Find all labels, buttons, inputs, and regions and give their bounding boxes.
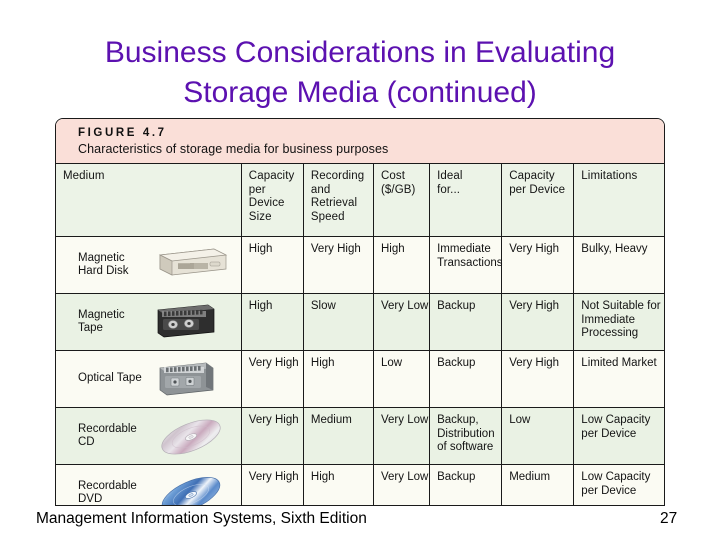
medium-label: Recordable CD [78,422,137,449]
figure-caption: Characteristics of storage media for bus… [78,142,389,156]
table-row: Recordable CD Very High Medium Very Low … [56,407,664,465]
header-line: Cost [381,170,406,182]
cell-cost-per-gb: Very Low [373,407,431,465]
cell-cost-per-gb: Very Low [373,293,431,351]
table-header-row: Medium Capacity per Device Size Recordin… [56,164,664,237]
page-title-line-1: Business Considerations in Evaluating [104,36,616,69]
header-line: for... [437,183,461,196]
cell-limitations: Bulky, Heavy [573,236,664,294]
medium-label: Optical Tape [78,372,142,385]
medium-label: Magnetic Hard Disk [78,251,129,278]
optical-tape-icon [152,359,230,399]
column-header-medium: Medium [56,164,242,237]
cell-medium: Magnetic Hard Disk [56,236,242,294]
column-header-cost-per-gb: Cost ($/GB) [373,164,431,237]
cell-capacity-per-device-size: Very High [241,407,304,465]
header-line: per Device [509,183,566,196]
cell-capacity-per-device-size: Very High [241,350,304,408]
cell-cost-per-gb: Very Low [373,464,431,505]
cell-recording-retrieval-speed: Slow [303,293,375,351]
page-title: Business Considerations in Evaluating St… [0,33,720,113]
cell-recording-retrieval-speed: High [303,350,375,408]
cell-limitations: Low Capacity per Device [573,407,664,465]
cell-medium: Recordable CD [56,407,242,465]
figure-caption-band: FIGURE 4.7 Characteristics of storage me… [56,119,664,164]
cell-capacity-per-device-size: High [241,293,304,351]
cell-capacity-per-device: Very High [501,236,575,294]
header-line: per [248,183,266,196]
cell-capacity-per-device: Very High [501,350,575,408]
header-line: Retrieval [310,197,358,209]
cell-recording-retrieval-speed: Very High [303,236,375,294]
header-line: Limitations [581,170,638,182]
dvd-disc-icon [152,473,230,505]
column-header-capacity-per-device-size: Capacity per Device Size [241,164,304,237]
table-body: Magnetic Hard Disk High Very High High Immed… [56,236,664,506]
table-header: Medium Capacity per Device Size Recordin… [56,164,664,237]
cell-capacity-per-device-size: High [241,236,304,294]
footer-page-number: 27 [660,510,678,527]
cell-capacity-per-device: Medium [501,464,575,505]
column-header-capacity-per-device: Capacity per Device [501,164,575,237]
medium-label: Magnetic Tape [78,308,125,335]
header-line: Device [248,197,285,209]
cell-limitations: Not Suitable for Immediate Processing [573,293,664,351]
footer-title: Management Information Systems, Sixth Ed… [36,510,367,527]
cell-limitations: Low Capacity per Device [573,464,664,505]
page-title-line-2: Storage Media (continued) [183,76,537,109]
cell-medium: Recordable DVD [56,464,242,506]
storage-media-table: Medium Capacity per Device Size Recordin… [56,164,664,506]
cell-ideal-for: Backup [429,350,503,408]
table-row: Magnetic Hard Disk High Very High High Immed… [56,236,664,294]
medium-label: Recordable DVD [78,479,137,506]
cell-cost-per-gb: Low [373,350,431,408]
table-row: Optical Tape Very High High Low Backup Very [56,350,664,408]
cell-capacity-per-device: Very High [501,293,575,351]
figure-number: FIGURE 4.7 [78,127,167,139]
table-row: Recordable DVD Very High High Very Low B… [56,464,664,506]
header-line: Capacity [248,170,295,182]
cell-capacity-per-device-size: Very High [241,464,304,505]
cell-capacity-per-device: Low [501,407,575,465]
table-row: Magnetic Tape High Slow Very Low Backup Very … [56,293,664,351]
cell-recording-retrieval-speed: High [303,464,375,505]
magnetic-tape-icon [152,302,230,342]
cell-recording-retrieval-speed: Medium [303,407,375,465]
column-header-limitations: Limitations [573,164,664,237]
cell-cost-per-gb: High [373,236,431,294]
cell-medium: Magnetic Tape [56,293,242,351]
compact-disc-icon [152,416,230,456]
cell-ideal-for: Immediate Transactions [429,236,502,294]
cell-ideal-for: Backup [429,464,503,505]
cell-ideal-for: Backup, Distribution of software [429,407,503,465]
column-header-medium-label: Medium [63,170,105,182]
hard-disk-icon [152,245,230,285]
cell-ideal-for: Backup [429,293,503,351]
header-line: Speed [310,210,345,223]
header-line: Ideal [437,170,463,182]
cell-limitations: Limited Market [573,350,664,408]
header-line: ($/GB) [381,183,416,196]
cell-medium: Optical Tape [56,350,242,408]
header-line: Recording [310,170,365,182]
figure-container: FIGURE 4.7 Characteristics of storage me… [55,118,665,506]
header-line: and [310,183,331,196]
header-line: Capacity [509,170,555,182]
column-header-ideal-for: Ideal for... [429,164,503,237]
column-header-recording-retrieval-speed: Recording and Retrieval Speed [303,164,375,237]
header-line: Size [248,210,272,223]
